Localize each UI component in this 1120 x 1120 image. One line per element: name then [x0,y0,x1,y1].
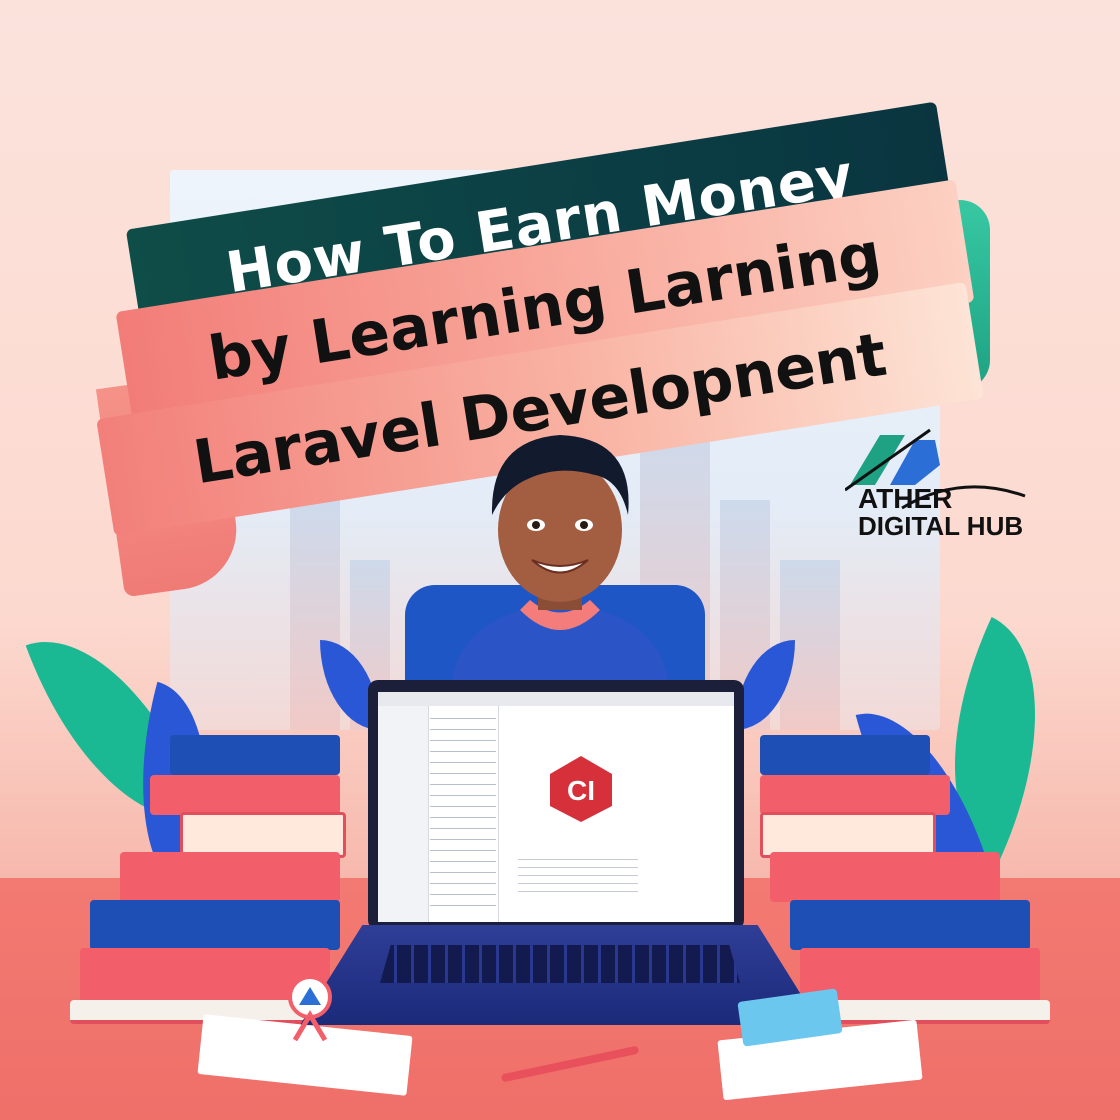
book [760,735,930,775]
book [810,1000,1050,1024]
browser-toolbar [378,692,734,706]
code-panel [430,710,496,910]
book [790,900,1030,950]
book [150,775,340,815]
logo-swoosh [901,485,1026,510]
editor-sidebar [378,706,429,922]
book [760,775,950,815]
codeigniter-logo-icon: CI [550,756,612,822]
book [170,735,340,775]
laptop-keyboard [380,945,740,983]
svg-text:CI: CI [567,775,595,806]
book [90,900,340,950]
text-lines [518,852,638,892]
book [70,1000,310,1024]
laptop-screen[interactable]: CI [378,692,734,922]
person-illustration [450,435,670,690]
book [770,852,1000,902]
laravel-trophy-icon [288,975,332,1042]
book [120,852,340,902]
